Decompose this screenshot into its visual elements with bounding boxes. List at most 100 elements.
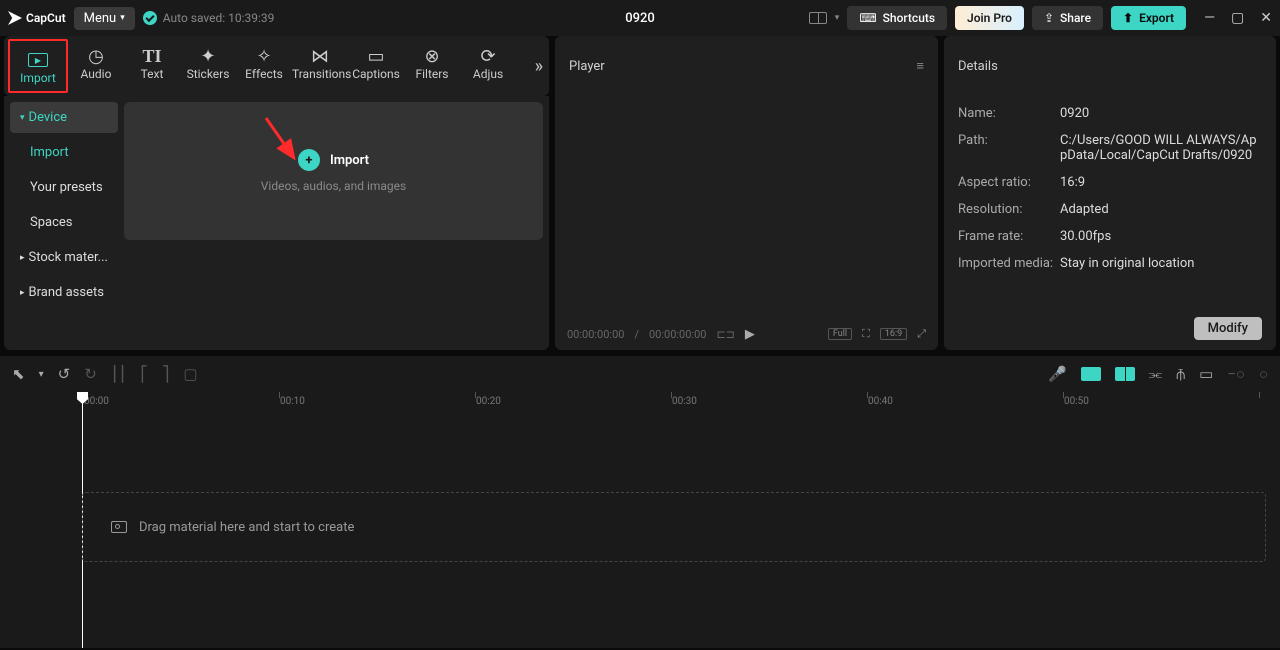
chevron-down-icon[interactable]: ▾ — [835, 13, 840, 23]
tab-transitions[interactable]: ⋈ Transitions — [292, 37, 348, 87]
join-pro-button[interactable]: Join Pro — [955, 6, 1024, 30]
capcut-logo-icon — [8, 11, 22, 25]
caret-right-icon: ▸ — [20, 288, 25, 298]
range-icon[interactable]: ⊏⊐ — [716, 328, 734, 341]
sidebar-item-import[interactable]: Import — [10, 137, 118, 168]
modify-button[interactable]: Modify — [1194, 317, 1262, 340]
sidebar-item-presets[interactable]: Your presets — [10, 172, 118, 203]
app-name: CapCut — [26, 11, 66, 25]
top-panel-headers: ▶ Import ◷ Audio TI Text ✦ Stickers ✧ Ef… — [0, 36, 1280, 96]
player-panel: 00:00:00:00 / 00:00:00:00 ⊏⊐ ▶ Full ⛶ 16… — [555, 96, 938, 350]
details-panel: Name: 0920 Path: C:/Users/GOOD WILL ALWA… — [944, 96, 1276, 350]
tab-filters[interactable]: ⊗ Filters — [404, 37, 460, 87]
import-label: Import — [330, 153, 369, 168]
captions-icon: ▭ — [348, 45, 404, 67]
import-dropzone[interactable]: + Import Videos, audios, and images — [124, 102, 543, 240]
details-panel-header: Details — [944, 36, 1276, 96]
chevron-down-icon[interactable]: ▾ — [39, 369, 44, 380]
chevron-down-icon: ▾ — [120, 13, 125, 23]
trim-right-tool[interactable]: ⎤ — [162, 365, 170, 383]
check-icon — [143, 11, 157, 25]
caret-right-icon: ▸ — [20, 253, 25, 263]
snap-toggle[interactable] — [1115, 367, 1135, 381]
trim-left-tool[interactable]: ⎡ — [140, 365, 148, 383]
player-time-current: 00:00:00:00 — [567, 328, 624, 341]
player-panel-header: Player ≡ — [555, 36, 938, 96]
effects-icon: ✧ — [236, 45, 292, 67]
timeline-ruler[interactable]: 00:00 00:10 00:20 00:30 00:40 00:50 — [0, 392, 1280, 416]
tab-text[interactable]: TI Text — [124, 37, 180, 87]
media-icon — [111, 521, 127, 533]
menu-icon[interactable]: ≡ — [916, 58, 924, 74]
sidebar-item-stock[interactable]: ▸Stock mater... — [10, 242, 118, 273]
tab-import[interactable]: ▶ Import — [10, 41, 66, 91]
close-button[interactable]: ✕ — [1260, 10, 1272, 26]
drop-hint: Drag material here and start to create — [139, 520, 354, 535]
pointer-tool[interactable]: ⬉ — [12, 365, 25, 383]
keyboard-icon: ⌨ — [859, 11, 876, 25]
timeline[interactable]: 00:00 00:10 00:20 00:30 00:40 00:50 Drag… — [0, 392, 1280, 648]
magnet-toggle[interactable] — [1081, 367, 1101, 381]
tab-effects[interactable]: ✧ Effects — [236, 37, 292, 87]
timeline-drop-zone[interactable]: Drag material here and start to create — [82, 492, 1266, 562]
minimize-button[interactable]: — — [1204, 10, 1215, 26]
caret-down-icon: ▾ — [20, 113, 25, 123]
player-viewport[interactable] — [555, 96, 938, 318]
import-subtext: Videos, audios, and images — [261, 179, 406, 193]
sidebar-item-brand[interactable]: ▸Brand assets — [10, 277, 118, 308]
import-icon: ▶ — [10, 49, 66, 71]
crop-icon[interactable]: ⛶ — [862, 327, 870, 341]
layout-icon[interactable] — [809, 12, 827, 24]
autosave-status: Auto saved: 10:39:39 — [143, 11, 275, 25]
tab-audio[interactable]: ◷ Audio — [68, 37, 124, 87]
unlink-icon[interactable]: ⫚ — [1176, 365, 1185, 383]
delete-tool[interactable]: ▢ — [183, 365, 197, 383]
filters-icon: ⊗ — [404, 45, 460, 67]
full-button[interactable]: Full — [828, 328, 852, 340]
titlebar-right: ▾ ⌨ Shortcuts Join Pro ⇪ Share ⬆ Export … — [809, 6, 1272, 30]
ruler-tick: 00:20 — [476, 396, 501, 407]
zoom-in-icon[interactable]: ○ — [1259, 365, 1268, 383]
detail-row-aspect: Aspect ratio: 16:9 — [958, 169, 1262, 196]
stickers-icon: ✦ — [180, 45, 236, 67]
sidebar-item-spaces[interactable]: Spaces — [10, 207, 118, 238]
redo-button[interactable]: ↻ — [84, 365, 97, 383]
tab-stickers[interactable]: ✦ Stickers — [180, 37, 236, 87]
timeline-toolbar-right: 🎤 ⫘ ⫚ ▭ −○ ○ — [1048, 365, 1268, 383]
undo-button[interactable]: ↺ — [58, 365, 71, 383]
ruler-tick: 00:10 — [280, 396, 305, 407]
tabs-overflow-button[interactable]: » — [535, 56, 543, 77]
split-tool[interactable]: ⎮⎮ — [111, 365, 127, 383]
ruler-tick: 00:40 — [868, 396, 893, 407]
fullscreen-icon[interactable]: ⤢ — [917, 327, 926, 341]
share-icon: ⇪ — [1044, 11, 1054, 25]
top-tabs: ▶ Import ◷ Audio TI Text ✦ Stickers ✧ Ef… — [4, 37, 516, 95]
tab-captions[interactable]: ▭ Captions — [348, 37, 404, 87]
player-controls: 00:00:00:00 / 00:00:00:00 ⊏⊐ ▶ Full ⛶ 16… — [555, 318, 938, 350]
import-area: + Import Videos, audios, and images — [124, 102, 543, 344]
share-button[interactable]: ⇪ Share — [1032, 6, 1103, 30]
maximize-button[interactable]: ▢ — [1231, 10, 1244, 26]
preview-icon[interactable]: ▭ — [1199, 365, 1213, 383]
ruler-tick: 00:30 — [672, 396, 697, 407]
export-button[interactable]: ⬆ Export — [1111, 6, 1186, 30]
export-icon: ⬆ — [1123, 11, 1133, 25]
middle-row: ▾Device Import Your presets Spaces ▸Stoc… — [0, 96, 1280, 350]
link-icon[interactable]: ⫘ — [1149, 365, 1163, 383]
media-tabs-panel: ▶ Import ◷ Audio TI Text ✦ Stickers ✧ Ef… — [4, 36, 549, 96]
sidebar-item-device[interactable]: ▾Device — [10, 102, 118, 133]
aspect-button[interactable]: 16:9 — [880, 328, 907, 340]
player-title: Player — [569, 59, 605, 74]
player-time-total: 00:00:00:00 — [649, 328, 706, 341]
timeline-toolbar: ⬉ ▾ ↺ ↻ ⎮⎮ ⎡ ⎤ ▢ 🎤 ⫘ ⫚ ▭ −○ ○ — [0, 356, 1280, 392]
menu-button[interactable]: Menu ▾ — [74, 7, 135, 30]
transitions-icon: ⋈ — [292, 45, 348, 67]
shortcuts-button[interactable]: ⌨ Shortcuts — [847, 6, 947, 30]
mic-icon[interactable]: 🎤 — [1048, 365, 1067, 383]
play-button[interactable]: ▶ — [745, 327, 755, 342]
detail-row-path: Path: C:/Users/GOOD WILL ALWAYS/AppData/… — [958, 127, 1262, 169]
adjust-icon: ⟳ — [460, 45, 516, 67]
ruler-tick: 00:50 — [1064, 396, 1089, 407]
zoom-out-icon[interactable]: −○ — [1227, 365, 1245, 383]
tab-adjust[interactable]: ⟳ Adjus — [460, 37, 516, 87]
